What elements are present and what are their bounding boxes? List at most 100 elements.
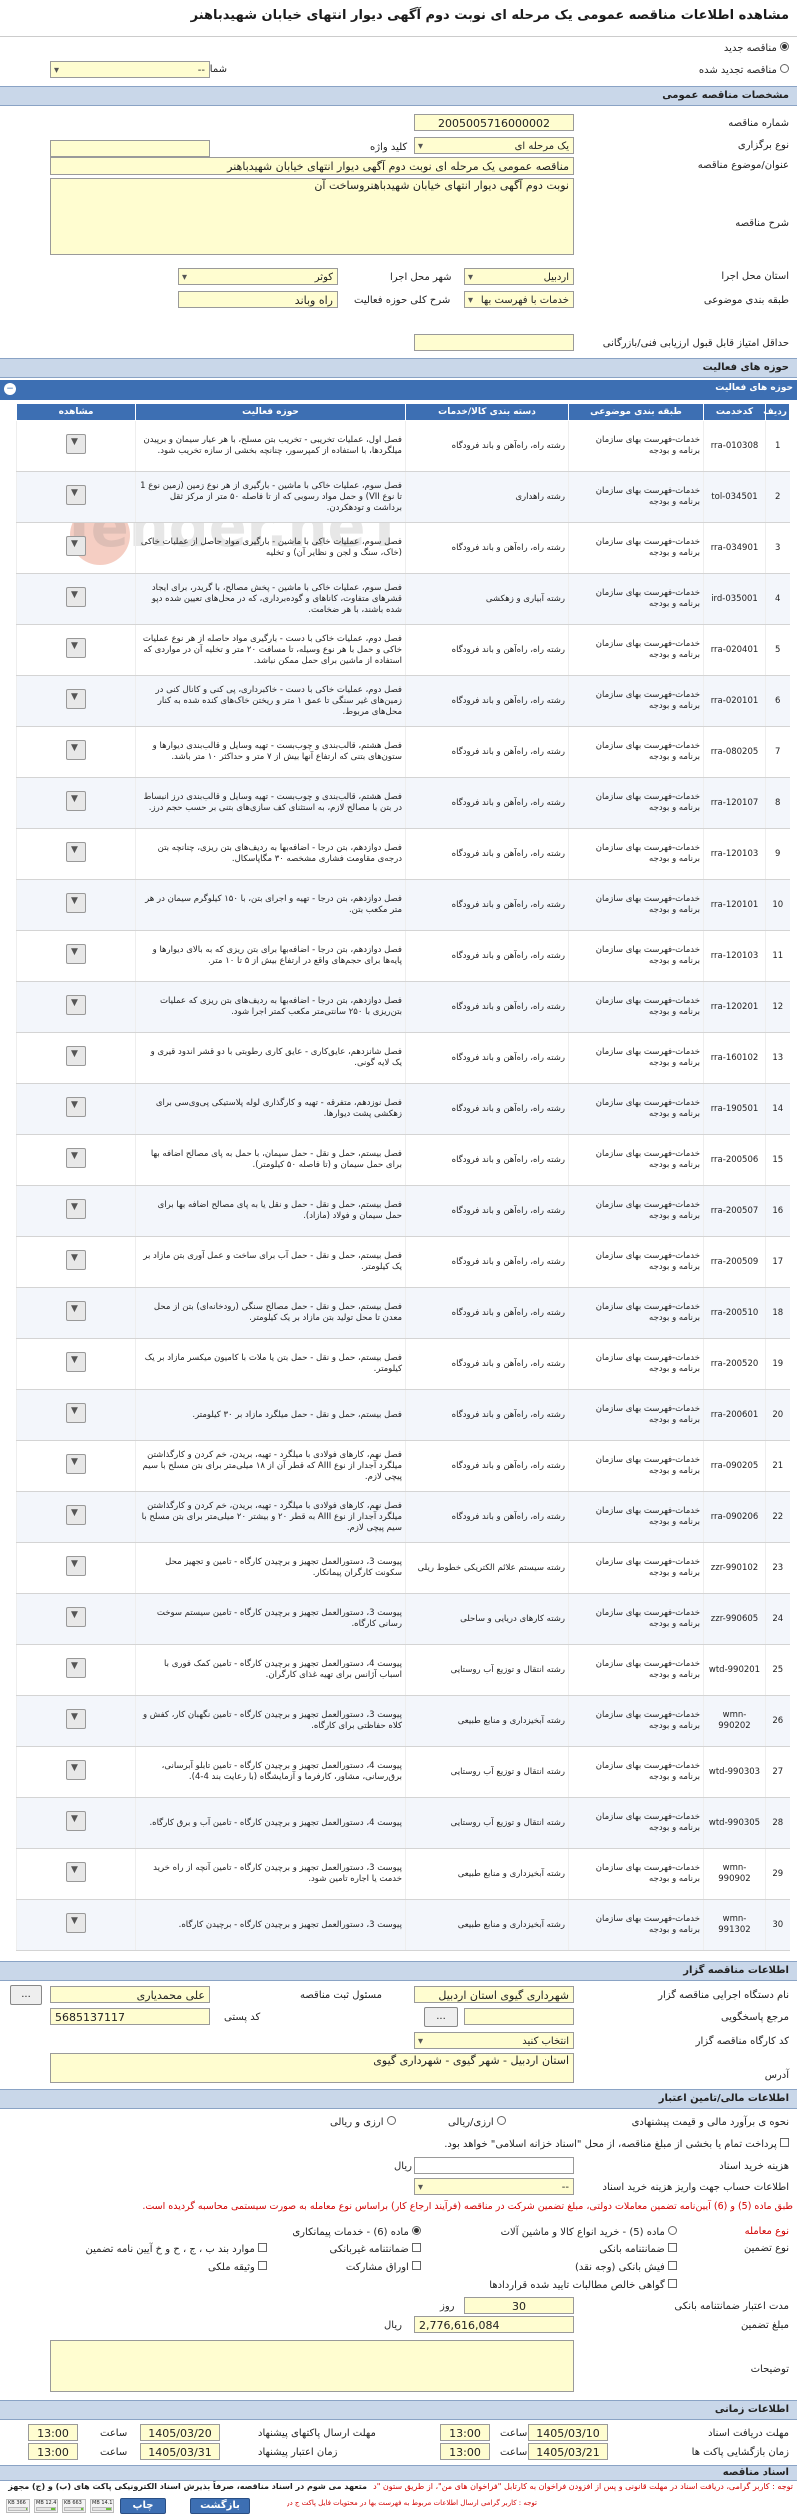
view-doc-icon[interactable] (66, 1811, 86, 1831)
deal-type-goods-radio[interactable] (668, 2226, 677, 2235)
view-doc-icon[interactable] (66, 1199, 86, 1219)
row-scope: پیوست 3، دستورالعمل تجهیز و برچیدن کارگا… (135, 1848, 406, 1900)
table-row: 22 rra-090206 خدمات-فهرست بهای سازمان برنا… (16, 1491, 790, 1543)
row-code: wmn-991302 (703, 1899, 766, 1951)
col-row: ردیف (763, 403, 790, 421)
deal-type-goods-option[interactable]: ماده (5) - خرید انواع کالا و ماشین آلات (501, 2226, 677, 2238)
view-doc-icon[interactable] (66, 485, 86, 505)
view-doc-icon[interactable] (66, 791, 86, 811)
row-category: خدمات-فهرست بهای سازمان برنامه و بودجه (568, 420, 704, 472)
view-doc-icon[interactable] (66, 1607, 86, 1627)
response-ref-label: مرجع پاسخگویی (720, 2012, 789, 2023)
view-doc-icon[interactable] (66, 740, 86, 760)
doc-deadline-date: 1405/03/10 (528, 2424, 608, 2441)
row-view-cell (16, 624, 136, 676)
file-box[interactable]: متن قرارداد به انضمام شرایط عمومی/خصوصی5… (62, 2499, 86, 2513)
back-button[interactable]: بازگشت (190, 2498, 250, 2514)
row-code: wtd-990305 (703, 1797, 766, 1849)
view-doc-icon[interactable] (66, 434, 86, 454)
view-doc-icon[interactable] (66, 1658, 86, 1678)
view-doc-icon[interactable] (66, 536, 86, 556)
view-doc-icon[interactable] (66, 1454, 86, 1474)
responsible-more-button[interactable]: ... (10, 1985, 42, 2005)
currency-rial-radio[interactable] (496, 2116, 506, 2125)
view-doc-icon[interactable] (66, 1403, 86, 1423)
category-select[interactable]: خدمات با فهرست بها (464, 291, 574, 309)
guarantee-checkbox[interactable] (412, 2243, 421, 2252)
row-scope: فصل دوم، عملیات خاکی با دست - بارگیری مو… (135, 624, 406, 676)
account-label: اطلاعات حساب جهت واریز هزینه خرید اسناد (602, 2182, 789, 2193)
new-tender-option[interactable]: مناقصه جدید (724, 42, 789, 54)
renewal-tender-option[interactable]: مناقصه تجدید شده (699, 64, 789, 76)
guarantee-option-6[interactable]: گواهی خالص مطالبات تایید شده قراردادها (489, 2279, 677, 2291)
view-doc-icon[interactable] (66, 1709, 86, 1729)
view-doc-icon[interactable] (66, 1862, 86, 1882)
province-select[interactable]: اردبیل (464, 268, 574, 286)
guarantee-option-1[interactable]: ضمانتنامه غیربانکی (329, 2243, 421, 2255)
type-select[interactable]: یک مرحله ای (414, 137, 574, 155)
view-doc-icon[interactable] (66, 893, 86, 913)
guarantee-checkbox[interactable] (668, 2243, 677, 2252)
guarantee-option-5[interactable]: وثیقه ملکی (208, 2261, 267, 2273)
view-doc-icon[interactable] (66, 1250, 86, 1270)
row-view-cell (16, 1440, 136, 1492)
response-ref-more-button[interactable]: ... (424, 2007, 458, 2027)
guarantee-checkbox[interactable] (412, 2261, 421, 2270)
collapse-icon[interactable]: − (4, 383, 16, 395)
view-doc-icon[interactable] (66, 842, 86, 862)
row-scope: فصل دوم، عملیات خاکی با دست - خاکبرداری،… (135, 675, 406, 727)
view-doc-icon[interactable] (66, 1097, 86, 1117)
view-doc-icon[interactable] (66, 587, 86, 607)
partial-payment-option[interactable]: پرداخت تمام یا بخشی از مبلغ مناقصه، از م… (444, 2138, 789, 2150)
guarantee-checkbox[interactable] (668, 2279, 677, 2288)
guarantee-option-0[interactable]: ضمانتنامه بانکی (599, 2243, 677, 2255)
view-doc-icon[interactable] (66, 944, 86, 964)
file-box[interactable]: سایر مدارک/اطلاعات50 MB14.12 MB (90, 2499, 114, 2513)
view-doc-icon[interactable] (66, 1913, 86, 1933)
row-code: rra-090206 (703, 1491, 766, 1543)
view-doc-icon[interactable] (66, 1760, 86, 1780)
row-number: 28 (765, 1797, 790, 1849)
file-box[interactable]: شرایط و ضوابط مناقصه5 MB366 KB (6, 2499, 30, 2513)
city-label: شهر محل اجرا (390, 272, 452, 283)
print-button[interactable]: چاپ (120, 2498, 166, 2514)
table-row: 11 rra-120103 خدمات-فهرست بهای سازمان برنا… (16, 930, 790, 982)
renewal-tender-radio[interactable] (780, 64, 789, 73)
table-row: 10 rra-120101 خدمات-فهرست بهای سازمان برنا… (16, 879, 790, 931)
previous-number-select[interactable]: -- (50, 61, 210, 79)
guarantee-checkbox[interactable] (258, 2261, 267, 2270)
view-doc-icon[interactable] (66, 1046, 86, 1066)
file-box[interactable]: اسناد فنی50 MB12.47 MB (34, 2499, 58, 2513)
new-tender-radio[interactable] (780, 42, 789, 51)
guarantee-checkbox[interactable] (668, 2261, 677, 2270)
address-label: آدرس (764, 2070, 789, 2081)
guarantee-option-4[interactable]: اوراق مشارکت (346, 2261, 421, 2273)
view-doc-icon[interactable] (66, 1352, 86, 1372)
view-doc-icon[interactable] (66, 689, 86, 709)
view-doc-icon[interactable] (66, 638, 86, 658)
rial-radio[interactable] (386, 2116, 396, 2125)
view-doc-icon[interactable] (66, 995, 86, 1015)
view-doc-icon[interactable] (66, 1301, 86, 1321)
partial-payment-checkbox[interactable] (780, 2138, 789, 2147)
guarantee-checkbox[interactable] (258, 2243, 267, 2252)
currency-rial-option[interactable]: ارزی/ریالی (448, 2116, 506, 2128)
row-number: 26 (765, 1695, 790, 1747)
guarantee-option-3[interactable]: فیش بانکی (وجه نقد) (575, 2261, 677, 2273)
row-number: 19 (765, 1338, 790, 1390)
row-scope: فصل بیستم، حمل و نقل - حمل سیمان، با حمل… (135, 1134, 406, 1186)
deal-type-works-radio[interactable] (412, 2226, 421, 2235)
view-doc-icon[interactable] (66, 1556, 86, 1576)
keyword-field[interactable] (50, 140, 210, 157)
category-label: طبقه بندی موضوعی (703, 295, 789, 306)
row-scope: پیوست 3، دستورالعمل تجهیز و برچیدن کارگا… (135, 1695, 406, 1747)
view-doc-icon[interactable] (66, 1148, 86, 1168)
row-scope: فصل سوم، عملیات خاکی با ماشین - پخش مصال… (135, 573, 406, 625)
workshop-select[interactable]: انتخاب کنید (414, 2032, 574, 2050)
view-doc-icon[interactable] (66, 1505, 86, 1525)
city-select[interactable]: کوثر (178, 268, 338, 286)
rial-option[interactable]: ارزی و ریالی (330, 2116, 396, 2128)
account-select[interactable]: -- (414, 2178, 574, 2196)
deal-type-works-option[interactable]: ماده (6) - خدمات پیمانکاری (292, 2226, 421, 2238)
guarantee-option-2[interactable]: موارد بند ب ، ج ، ح و خ آیین نامه تضمین (86, 2243, 267, 2255)
